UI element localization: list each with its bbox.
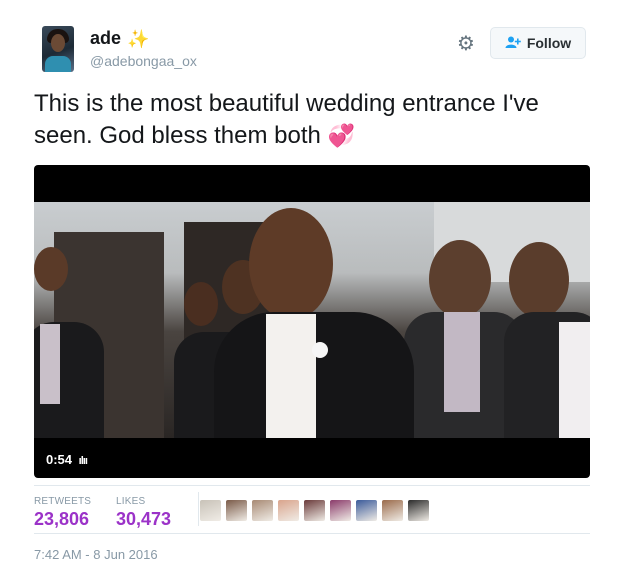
liker-avatar[interactable]: [356, 500, 377, 521]
liker-avatars: [200, 500, 434, 521]
user-avatar[interactable]: [42, 26, 74, 72]
avatar-face: [51, 34, 65, 52]
stats-top-divider: [34, 485, 590, 486]
video-figure-head: [184, 282, 218, 326]
video-groom-flower: [312, 342, 328, 358]
video-figure-head: [34, 247, 68, 291]
timestamp-divider: [34, 533, 590, 534]
liker-avatar[interactable]: [200, 500, 221, 521]
avatar-shirt: [45, 56, 71, 72]
liker-avatar[interactable]: [252, 500, 273, 521]
gear-icon[interactable]: ⚙: [456, 34, 476, 54]
video-figure-shirt: [444, 312, 480, 412]
stats-vertical-divider: [198, 492, 199, 526]
tweet-timestamp[interactable]: 7:42 AM - 8 Jun 2016: [34, 547, 158, 562]
video-figure-shirt: [559, 322, 590, 438]
liker-avatar[interactable]: [382, 500, 403, 521]
video-groom-shirt: [266, 314, 316, 438]
likes-count[interactable]: 30,473: [116, 509, 171, 530]
liker-avatar[interactable]: [408, 500, 429, 521]
video-groom-head: [249, 208, 333, 320]
liker-avatar[interactable]: [278, 500, 299, 521]
likes-label: LIKES: [116, 496, 146, 507]
add-user-icon: [505, 36, 521, 51]
video-figure-head: [429, 240, 491, 318]
follow-button[interactable]: Follow: [490, 27, 586, 59]
video-duration: 0:54 ılıı: [46, 452, 88, 467]
user-handle[interactable]: @adebongaa_ox: [90, 53, 197, 69]
follow-label: Follow: [526, 35, 572, 51]
hearts-emoji-icon: 💞: [327, 123, 355, 148]
liker-avatar[interactable]: [330, 500, 351, 521]
video-figure-head: [509, 242, 569, 318]
liker-avatar[interactable]: [226, 500, 247, 521]
user-name-row[interactable]: ade ✨: [90, 28, 149, 49]
retweets-count[interactable]: 23,806: [34, 509, 89, 530]
video-duration-label: 0:54: [46, 452, 73, 467]
retweets-label: RETWEETS: [34, 496, 92, 507]
tweet-text: This is the most beautiful wedding entra…: [34, 88, 594, 152]
video-figure-shirt: [40, 324, 60, 404]
tweet-body: This is the most beautiful wedding entra…: [34, 90, 539, 149]
video-frame: [34, 202, 590, 438]
liker-avatar[interactable]: [304, 500, 325, 521]
user-display-name[interactable]: ade: [90, 28, 121, 49]
video-player[interactable]: 0:54 ılıı: [34, 165, 590, 478]
sparkle-icon: ✨: [127, 28, 150, 49]
volume-bars-icon: ılıı: [78, 455, 88, 467]
